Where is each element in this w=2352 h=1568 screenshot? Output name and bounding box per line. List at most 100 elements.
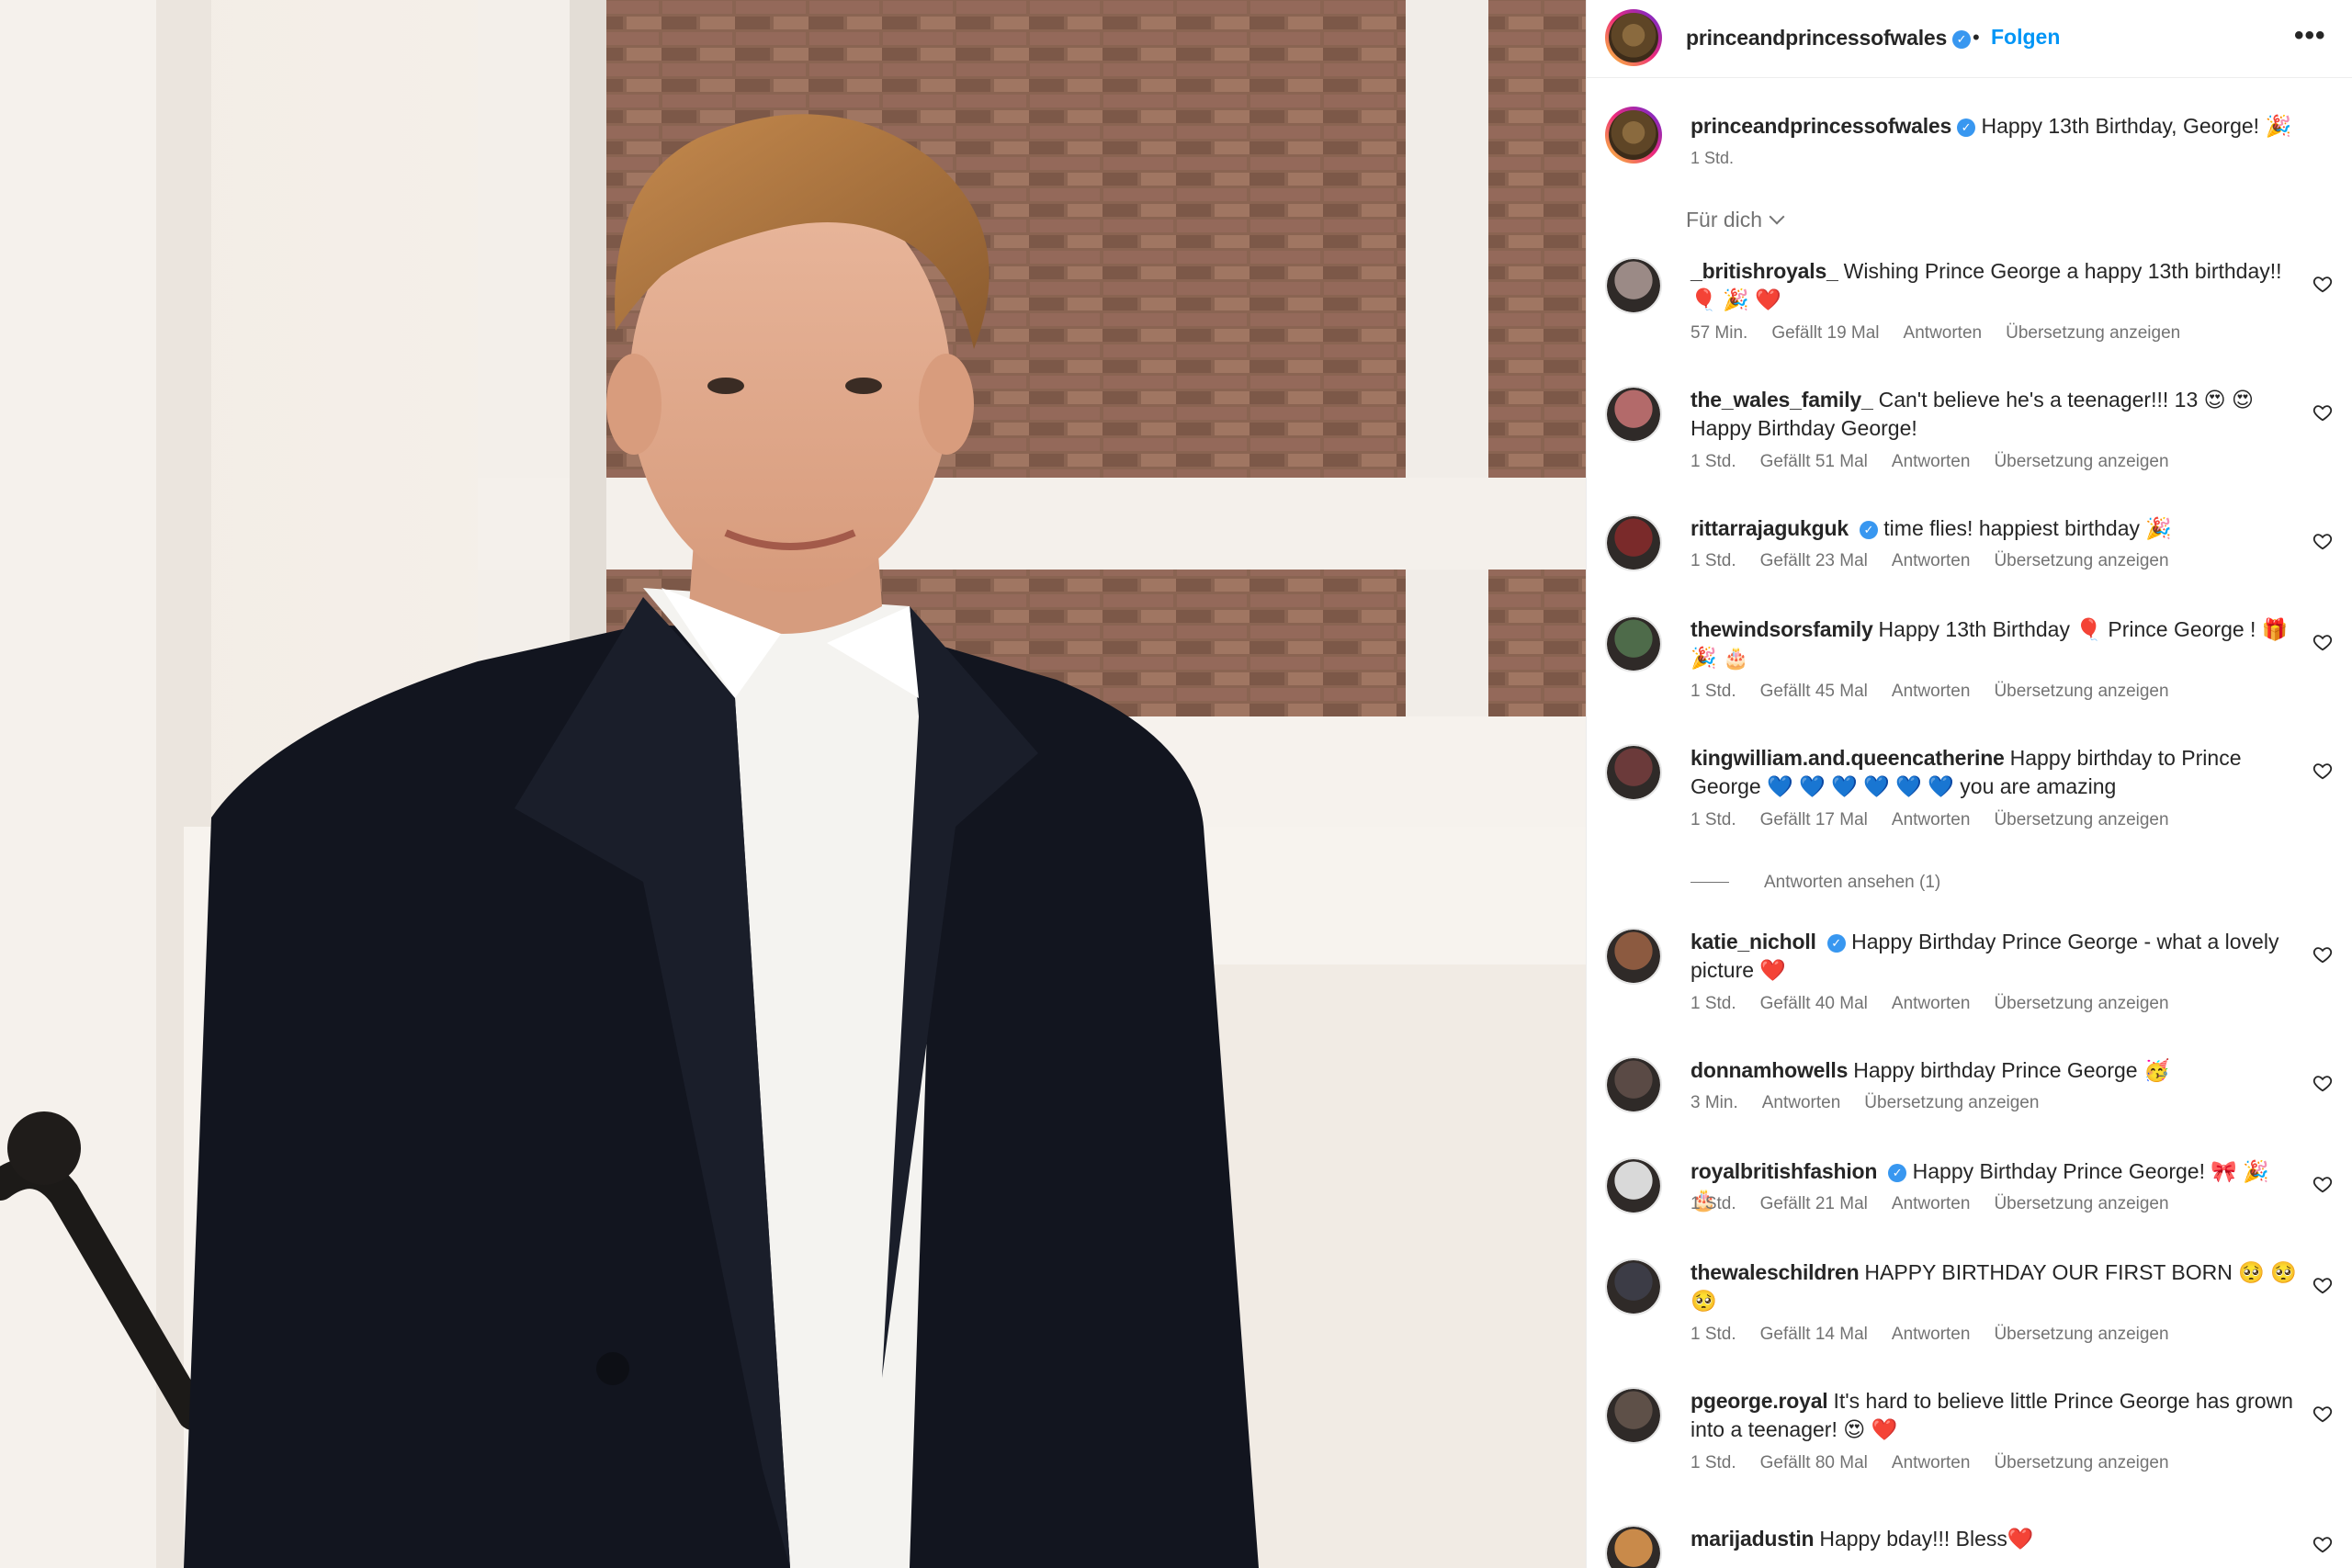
reply-button[interactable]: Antworten	[1892, 1325, 1971, 1344]
avatar-image	[1607, 1058, 1660, 1111]
comment-time: 1 Std.	[1690, 810, 1736, 829]
translate-button[interactable]: Übersetzung anzeigen	[1994, 810, 2168, 829]
commenter-username[interactable]: kingwilliam.and.queencatherine	[1690, 746, 2005, 770]
caption-text: Happy 13th Birthday, George! 🎉	[1981, 114, 2292, 138]
comment-text-block: kingwilliam.and.queencatherine Happy birt…	[1690, 744, 2297, 801]
commenter-avatar[interactable]	[1605, 1525, 1662, 1568]
like-heart-icon[interactable]	[2312, 944, 2333, 964]
reply-button[interactable]: Antworten	[1892, 551, 1971, 570]
translate-button[interactable]: Übersetzung anzeigen	[1864, 1093, 2039, 1112]
like-heart-icon[interactable]	[2312, 1275, 2333, 1295]
reply-button[interactable]: Antworten	[1892, 452, 1971, 471]
avatar-image	[1607, 1389, 1660, 1442]
chevron-down-icon	[1769, 209, 1785, 225]
more-options-icon[interactable]: •••	[2294, 20, 2326, 51]
comment-likes[interactable]: Gefällt 51 Mal	[1760, 452, 1868, 471]
like-heart-icon[interactable]	[2312, 1174, 2333, 1194]
commenter-username[interactable]: _britishroyals_	[1690, 259, 1838, 283]
comment-text-block: rittarrajagukguk ✓ time flies! happiest b…	[1690, 514, 2297, 543]
comment-likes[interactable]: Gefällt 21 Mal	[1760, 1194, 1868, 1213]
commenter-avatar[interactable]	[1605, 257, 1662, 314]
commenter-avatar[interactable]	[1605, 1157, 1662, 1214]
translate-button[interactable]: Übersetzung anzeigen	[1994, 1194, 2168, 1213]
comment-text-block: pgeorge.royal It's hard to believe little…	[1690, 1387, 2297, 1444]
comment-meta: 1 Std. Gefällt 45 Mal Antworten Übersetzung…	[1690, 682, 2193, 702]
view-replies-button[interactable]: Antworten ansehen (1)	[1690, 873, 1940, 893]
like-heart-icon[interactable]	[2312, 1073, 2333, 1093]
avatar-image	[1607, 617, 1660, 671]
comment-text-block: katie_nicholl ✓ Happy Birthday Prince Geo…	[1690, 928, 2297, 985]
commenter-username[interactable]: thewaleschildren	[1690, 1260, 1860, 1284]
commenter-avatar[interactable]	[1605, 1387, 1662, 1444]
reply-button[interactable]: Antworten	[1762, 1093, 1841, 1112]
like-heart-icon[interactable]	[2312, 1534, 2333, 1554]
caption-username[interactable]: princeandprincessofwales	[1690, 114, 1951, 138]
like-heart-icon[interactable]	[2312, 274, 2333, 294]
portrait-image	[0, 0, 1586, 1568]
commenter-avatar[interactable]	[1605, 1258, 1662, 1315]
commenter-avatar[interactable]	[1605, 615, 1662, 672]
comment-likes[interactable]: Gefällt 23 Mal	[1760, 551, 1868, 570]
post-photo	[0, 0, 1586, 1568]
filter-label: Für dich	[1686, 208, 1763, 231]
caption-time: 1 Std.	[1690, 149, 1735, 167]
reply-button[interactable]: Antworten	[1892, 1453, 1971, 1472]
comment-text-block: thewaleschildren HAPPY BIRTHDAY OUR FIRST…	[1690, 1258, 2297, 1315]
commenter-avatar[interactable]	[1605, 1056, 1662, 1113]
comment-time: 3 Min.	[1690, 1093, 1738, 1112]
commenter-avatar[interactable]	[1605, 514, 1662, 571]
commenter-username[interactable]: donnamhowells	[1690, 1058, 1848, 1082]
commenter-avatar[interactable]	[1605, 386, 1662, 443]
comment-meta: 1 Std. Gefällt 21 Mal Antworten Übersetzung…	[1690, 1194, 2193, 1214]
comment-meta: 57 Min. Gefällt 19 Mal Antworten Übersetzun…	[1690, 323, 2204, 344]
translate-button[interactable]: Übersetzung anzeigen	[1994, 1453, 2168, 1472]
author-username[interactable]: princeandprincessofwales ✓	[1686, 26, 1972, 51]
comment-likes[interactable]: Gefällt 14 Mal	[1760, 1325, 1868, 1344]
like-heart-icon[interactable]	[2312, 402, 2333, 423]
commenter-username[interactable]: pgeorge.royal	[1690, 1389, 1828, 1413]
comment-time: 1 Std.	[1690, 1325, 1736, 1344]
translate-button[interactable]: Übersetzung anzeigen	[1994, 452, 2168, 471]
caption-avatar[interactable]	[1605, 107, 1662, 164]
like-heart-icon[interactable]	[2312, 761, 2333, 781]
comment-likes[interactable]: Gefällt 45 Mal	[1760, 682, 1868, 701]
translate-button[interactable]: Übersetzung anzeigen	[1994, 1325, 2168, 1344]
commenter-username[interactable]: katie_nicholl	[1690, 930, 1816, 953]
comment-text: time flies! happiest birthday 🎉	[1883, 516, 2173, 540]
commenter-username[interactable]: rittarrajagukguk	[1690, 516, 1849, 540]
like-heart-icon[interactable]	[2312, 531, 2333, 551]
commenter-avatar[interactable]	[1605, 928, 1662, 985]
translate-button[interactable]: Übersetzung anzeigen	[1994, 994, 2168, 1013]
commenter-username[interactable]: thewindsorsfamily	[1690, 617, 1873, 641]
author-avatar[interactable]	[1605, 9, 1662, 66]
replies-divider	[1690, 882, 1729, 884]
reply-button[interactable]: Antworten	[1892, 682, 1971, 701]
translate-button[interactable]: Übersetzung anzeigen	[1994, 682, 2168, 701]
like-heart-icon[interactable]	[2312, 1404, 2333, 1424]
comment-time: 1 Std.	[1690, 452, 1736, 471]
commenter-username[interactable]: the_wales_family_	[1690, 388, 1873, 412]
comment-time: 1 Std.	[1690, 994, 1736, 1013]
reply-button[interactable]: Antworten	[1892, 1194, 1971, 1213]
translate-button[interactable]: Übersetzung anzeigen	[2006, 323, 2180, 343]
comment-likes[interactable]: Gefällt 40 Mal	[1760, 994, 1868, 1013]
commenter-username[interactable]: royalbritishfashion	[1690, 1159, 1877, 1183]
reply-button[interactable]: Antworten	[1904, 323, 1983, 343]
comment-time: 1 Std.	[1690, 1453, 1736, 1472]
comment-filter-dropdown[interactable]: Für dich	[1686, 208, 1785, 232]
comment-likes[interactable]: Gefällt 19 Mal	[1771, 323, 1879, 343]
reply-button[interactable]: Antworten	[1892, 994, 1971, 1013]
post-sidebar: princeandprincessofwales ✓ • Folgen ••• p…	[1586, 0, 2352, 1568]
comment-time: 1 Std.	[1690, 551, 1736, 570]
commenter-username[interactable]: marijadustin	[1690, 1527, 1815, 1551]
reply-button[interactable]: Antworten	[1892, 810, 1971, 829]
comment-likes[interactable]: Gefällt 17 Mal	[1760, 810, 1868, 829]
like-heart-icon[interactable]	[2312, 632, 2333, 652]
comment-text: Happy birthday Prince George 🥳	[1853, 1058, 2170, 1082]
commenter-avatar[interactable]	[1605, 744, 1662, 801]
follow-button[interactable]: Folgen	[1991, 25, 2060, 50]
translate-button[interactable]: Übersetzung anzeigen	[1994, 551, 2168, 570]
comment-time: 57 Min.	[1690, 323, 1748, 343]
comment-likes[interactable]: Gefällt 80 Mal	[1760, 1453, 1868, 1472]
comment-text-block: _britishroyals_ Wishing Prince George a h…	[1690, 257, 2297, 314]
